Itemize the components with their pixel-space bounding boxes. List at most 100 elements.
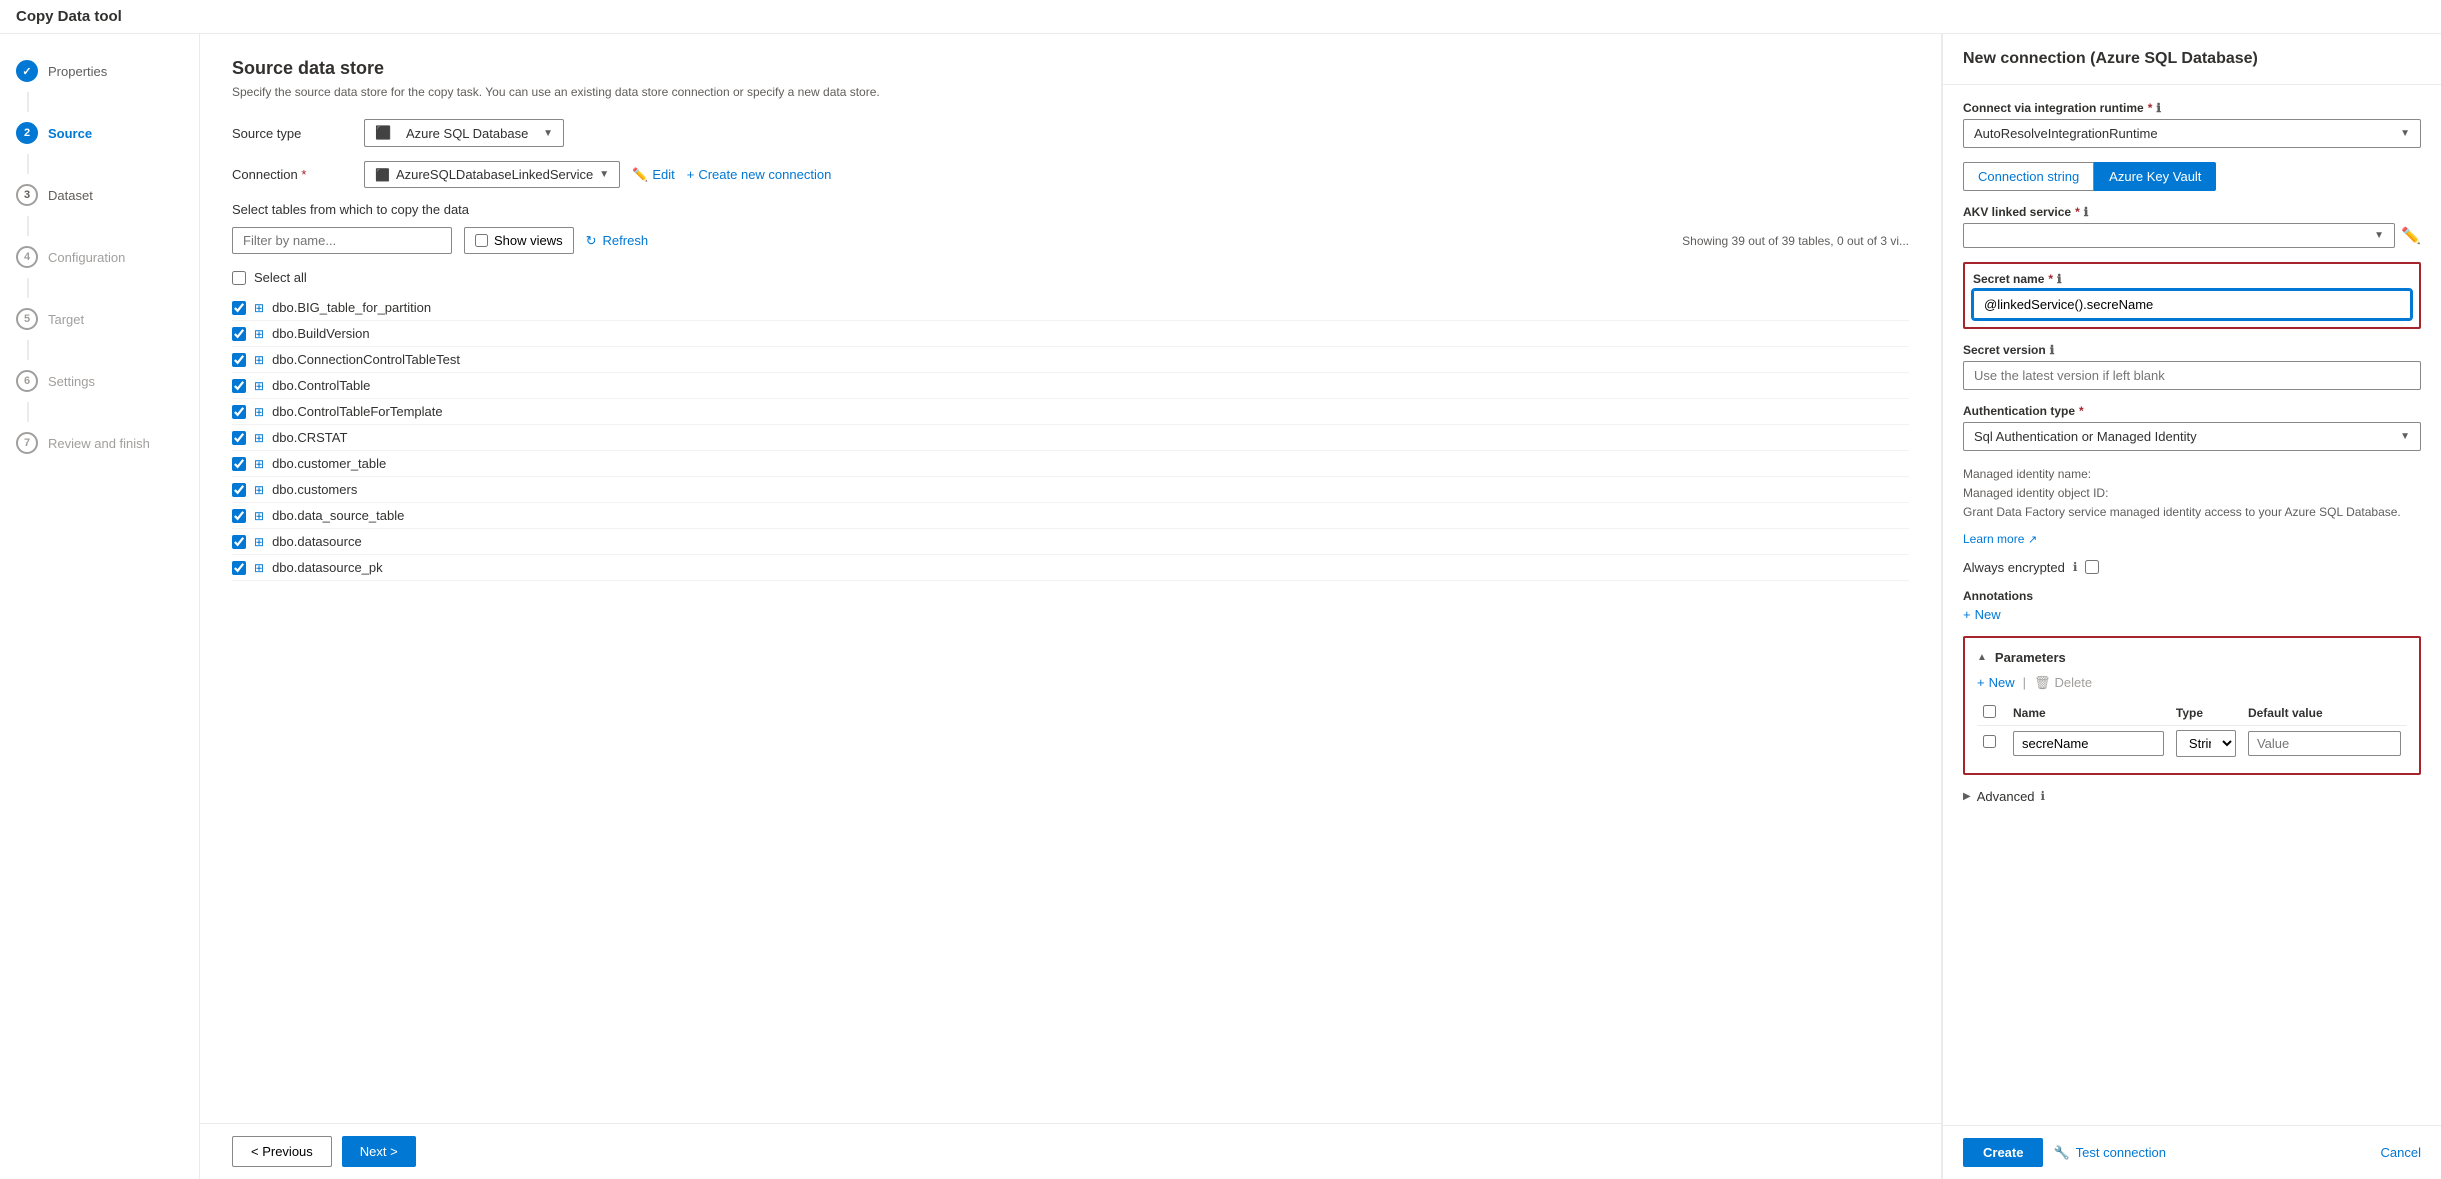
akv-linked-service-group: AKV linked service * ℹ ▼ ✏️ [1963,205,2421,248]
always-encrypted-info-icon[interactable]: ℹ [2073,560,2078,574]
table-list: ⊞ dbo.BIG_table_for_partition ⊞ dbo.Buil… [232,295,1909,581]
cancel-button[interactable]: Cancel [2381,1145,2421,1160]
auth-type-select[interactable]: Sql Authentication or Managed Identity ▼ [1963,422,2421,451]
secret-version-input[interactable] [1963,361,2421,390]
source-type-value: Azure SQL Database [406,126,528,141]
params-header-checkbox[interactable] [1983,705,1996,718]
secret-name-input[interactable] [1973,290,2411,319]
table-icon: ⊞ [254,379,264,393]
show-views-checkbox[interactable] [475,234,488,247]
table-row: ⊞ dbo.datasource [232,529,1909,555]
table-name: dbo.BuildVersion [272,326,370,341]
table-row: ⊞ dbo.BIG_table_for_partition [232,295,1909,321]
test-connection-button[interactable]: 🔧 Test connection [2053,1145,2166,1161]
connection-required: * [301,167,306,182]
table-checkbox[interactable] [232,353,246,367]
always-encrypted-checkbox[interactable] [2085,560,2099,574]
create-connection-link[interactable]: + Create new connection [687,167,832,182]
show-views-button[interactable]: Show views [464,227,574,254]
params-col-checkbox-header [1977,701,2007,726]
table-row: ⊞ dbo.customers [232,477,1909,503]
nav-item-properties[interactable]: ✓ Properties [0,50,199,92]
table-checkbox[interactable] [232,561,246,575]
nav-circle-configuration: 4 [16,246,38,268]
secret-version-info-icon[interactable]: ℹ [2050,343,2055,357]
nav-item-source[interactable]: 2 Source [0,112,199,154]
table-checkbox[interactable] [232,379,246,393]
table-checkbox[interactable] [232,535,246,549]
tables-section: Select tables from which to copy the dat… [232,202,1909,581]
nav-item-dataset[interactable]: 3 Dataset [0,174,199,216]
source-type-dropdown[interactable]: ⬛ Azure SQL Database ▼ [364,119,564,147]
edit-link[interactable]: ✏️ Edit [632,167,675,183]
params-delete-button[interactable]: 🗑 Delete [2034,675,2092,691]
filter-input[interactable] [232,227,452,254]
always-encrypted-label: Always encrypted [1963,560,2065,575]
table-checkbox[interactable] [232,301,246,315]
connection-dropdown[interactable]: ⬛ AzureSQLDatabaseLinkedService ▼ [364,161,620,188]
table-name: dbo.ControlTable [272,378,370,393]
advanced-info-icon[interactable]: ℹ [2041,789,2046,803]
learn-more-link[interactable]: Learn more [1963,532,2024,546]
select-all-checkbox[interactable] [232,271,246,285]
params-collapse-icon[interactable]: ▲ [1977,652,1987,663]
params-type-select[interactable]: String [2176,730,2236,757]
akv-chevron: ▼ [2374,230,2384,241]
nav-circle-properties: ✓ [16,60,38,82]
params-header: ▲ Parameters [1977,650,2407,665]
connection-row: Connection * ⬛ AzureSQLDatabaseLinkedSer… [232,161,1909,188]
nav-label-target: Target [48,312,84,327]
params-name-input[interactable] [2013,731,2164,756]
next-button[interactable]: Next > [342,1136,416,1167]
table-name: dbo.BIG_table_for_partition [272,300,431,315]
auth-type-group: Authentication type * Sql Authentication… [1963,404,2421,451]
parameters-section: ▲ Parameters + New | 🗑 Delete [1963,636,2421,775]
select-all-label: Select all [254,270,307,285]
plus-icon: + [687,167,695,182]
akv-info-icon[interactable]: ℹ [2084,205,2089,219]
table-name: dbo.customers [272,482,357,497]
table-checkbox[interactable] [232,457,246,471]
refresh-button[interactable]: ↻ Refresh [586,233,648,249]
nav-label-source: Source [48,126,92,141]
db-icon: ⬛ [375,125,391,141]
tab-azure-key-vault[interactable]: Azure Key Vault [2094,162,2216,191]
auth-type-chevron: ▼ [2400,431,2410,442]
center-content: Source data store Specify the source dat… [200,34,1941,1123]
akv-linked-service-label: AKV linked service * ℹ [1963,205,2421,219]
connect-via-info-icon[interactable]: ℹ [2156,101,2161,115]
table-row: ⊞ dbo.CRSTAT [232,425,1909,451]
app-header: Copy Data tool [0,0,2441,34]
table-checkbox[interactable] [232,431,246,445]
table-icon: ⊞ [254,353,264,367]
auth-type-label: Authentication type * [1963,404,2421,418]
params-row-default-cell [2242,725,2407,761]
connect-via-select[interactable]: AutoResolveIntegrationRuntime ▼ [1963,119,2421,148]
always-encrypted-row: Always encrypted ℹ [1963,560,2421,575]
nav-line-4 [27,278,29,298]
panel-body: Connect via integration runtime * ℹ Auto… [1943,85,2441,1125]
params-default-input[interactable] [2248,731,2401,756]
params-row-checkbox[interactable] [1983,735,1996,748]
tab-connection-string[interactable]: Connection string [1963,162,2094,191]
add-annotation-button[interactable]: + New [1963,607,2001,622]
refresh-icon: ↻ [586,233,597,249]
params-new-button[interactable]: + New [1977,675,2015,690]
table-row: ⊞ dbo.ConnectionControlTableTest [232,347,1909,373]
params-row-checkbox-cell [1977,725,2007,761]
filter-bar: Show views ↻ Refresh Showing 39 out of 3… [232,227,1909,254]
managed-identity-text: Managed identity name: Managed identity … [1963,465,2421,523]
connect-via-label: Connect via integration runtime * ℹ [1963,101,2421,115]
table-checkbox[interactable] [232,405,246,419]
secret-name-info-icon[interactable]: ℹ [2057,272,2062,286]
params-table: Name Type Default value [1977,701,2407,761]
akv-linked-service-select[interactable]: ▼ [1963,223,2395,248]
params-row-type-cell: String [2170,725,2242,761]
previous-button[interactable]: < Previous [232,1136,332,1167]
table-checkbox[interactable] [232,483,246,497]
akv-edit-icon[interactable]: ✏️ [2401,226,2421,246]
create-button[interactable]: Create [1963,1138,2043,1167]
table-checkbox[interactable] [232,509,246,523]
table-checkbox[interactable] [232,327,246,341]
advanced-section[interactable]: ▶ Advanced ℹ [1963,789,2421,804]
